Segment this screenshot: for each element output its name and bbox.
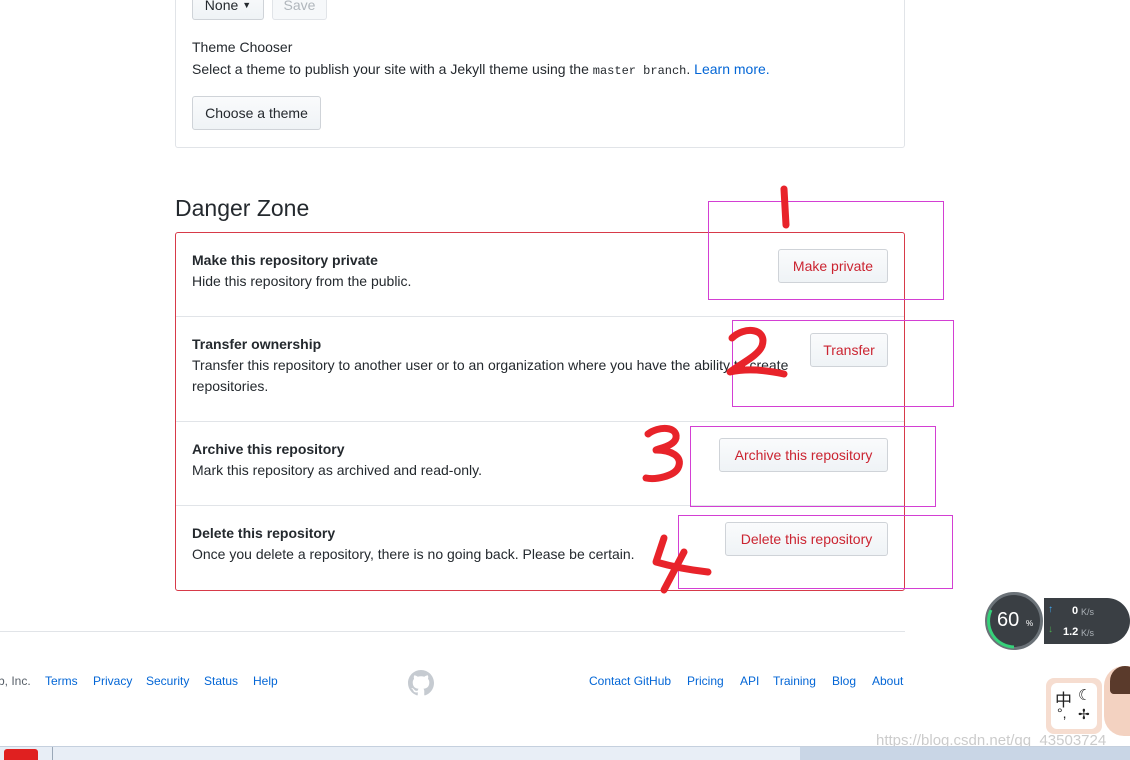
theme-desc-text: Select a theme to publish your site with… (192, 61, 589, 77)
footer-link-training[interactable]: Training (773, 674, 816, 688)
taskbar (0, 746, 1130, 760)
choose-theme-button[interactable]: Choose a theme (192, 96, 321, 130)
footer-link-pricing[interactable]: Pricing (687, 674, 724, 688)
annotation-number-2 (726, 327, 788, 378)
annotation-number-1 (780, 185, 790, 229)
upload-speed: 0 (1072, 605, 1079, 617)
footer-link-terms[interactable]: Terms (45, 674, 78, 688)
tray-icons (800, 747, 1130, 760)
ime-inner: 中 ☾ °, ✢ (1051, 683, 1097, 729)
choose-theme-label: Choose a theme (205, 105, 308, 121)
download-unit: K/s (1081, 628, 1095, 638)
speed-widget[interactable]: ↑ 0 K/s ↓ 1.2 K/s (1044, 598, 1130, 644)
branch-code: master branch (592, 64, 687, 78)
footer-link-privacy[interactable]: Privacy (93, 674, 132, 688)
download-arrow-icon: ↓ (1048, 624, 1053, 635)
cpu-percent-unit: % (1026, 619, 1034, 628)
pages-settings-box: Theme Chooser Select a theme to publish … (175, 0, 905, 148)
upload-unit: K/s (1081, 607, 1095, 617)
footer-link-api[interactable]: API (740, 674, 759, 688)
annotation-box-3 (690, 426, 936, 507)
theme-desc-suffix: . (686, 61, 691, 77)
avatar (1104, 666, 1130, 736)
danger-row-desc: Transfer this repository to another user… (192, 357, 789, 394)
danger-row-desc: Hide this repository from the public. (192, 273, 412, 289)
annotation-number-3 (642, 425, 683, 482)
ime-punctuation: °, (1057, 705, 1067, 721)
annotation-box-4 (678, 515, 953, 589)
github-mark-icon[interactable] (408, 670, 434, 696)
learn-more-link[interactable]: Learn more. (694, 61, 769, 77)
footer-link-about[interactable]: About (872, 674, 903, 688)
download-speed: 1.2 (1063, 626, 1079, 638)
cpu-percent: 60 (997, 609, 1020, 631)
taskbar-divider (52, 747, 53, 760)
footer-link-security[interactable]: Security (146, 674, 189, 688)
annotation-box-1 (708, 201, 944, 300)
footer-divider (0, 631, 905, 632)
footer-copyright: b, Inc. (0, 674, 31, 688)
danger-row-title: Make this repository private (192, 252, 378, 268)
footer-link-help[interactable]: Help (253, 674, 278, 688)
cpu-gauge[interactable]: 60 % (985, 592, 1043, 650)
ime-widget[interactable]: 中 ☾ °, ✢ (1046, 678, 1102, 734)
theme-chooser-heading: Theme Chooser (192, 39, 293, 55)
avatar-hair (1110, 666, 1130, 694)
danger-row-desc: Mark this repository as archived and rea… (192, 462, 482, 478)
moon-icon: ☾ (1078, 687, 1092, 704)
danger-row-desc: Once you delete a repository, there is n… (192, 546, 635, 562)
annotation-number-4 (652, 534, 712, 594)
footer-link-status[interactable]: Status (204, 674, 238, 688)
upload-arrow-icon: ↑ (1048, 604, 1053, 615)
danger-zone-heading: Danger Zone (175, 195, 310, 221)
taskbar-app-icon[interactable] (4, 749, 38, 760)
danger-row-title: Transfer ownership (192, 336, 322, 352)
footer-link-blog[interactable]: Blog (832, 674, 856, 688)
butterfly-icon: ✢ (1078, 706, 1090, 722)
danger-row-title: Delete this repository (192, 525, 336, 541)
theme-chooser-description: Select a theme to publish your site with… (192, 61, 770, 78)
footer-link-contact[interactable]: Contact GitHub (589, 674, 671, 688)
danger-row-title: Archive this repository (192, 441, 345, 457)
